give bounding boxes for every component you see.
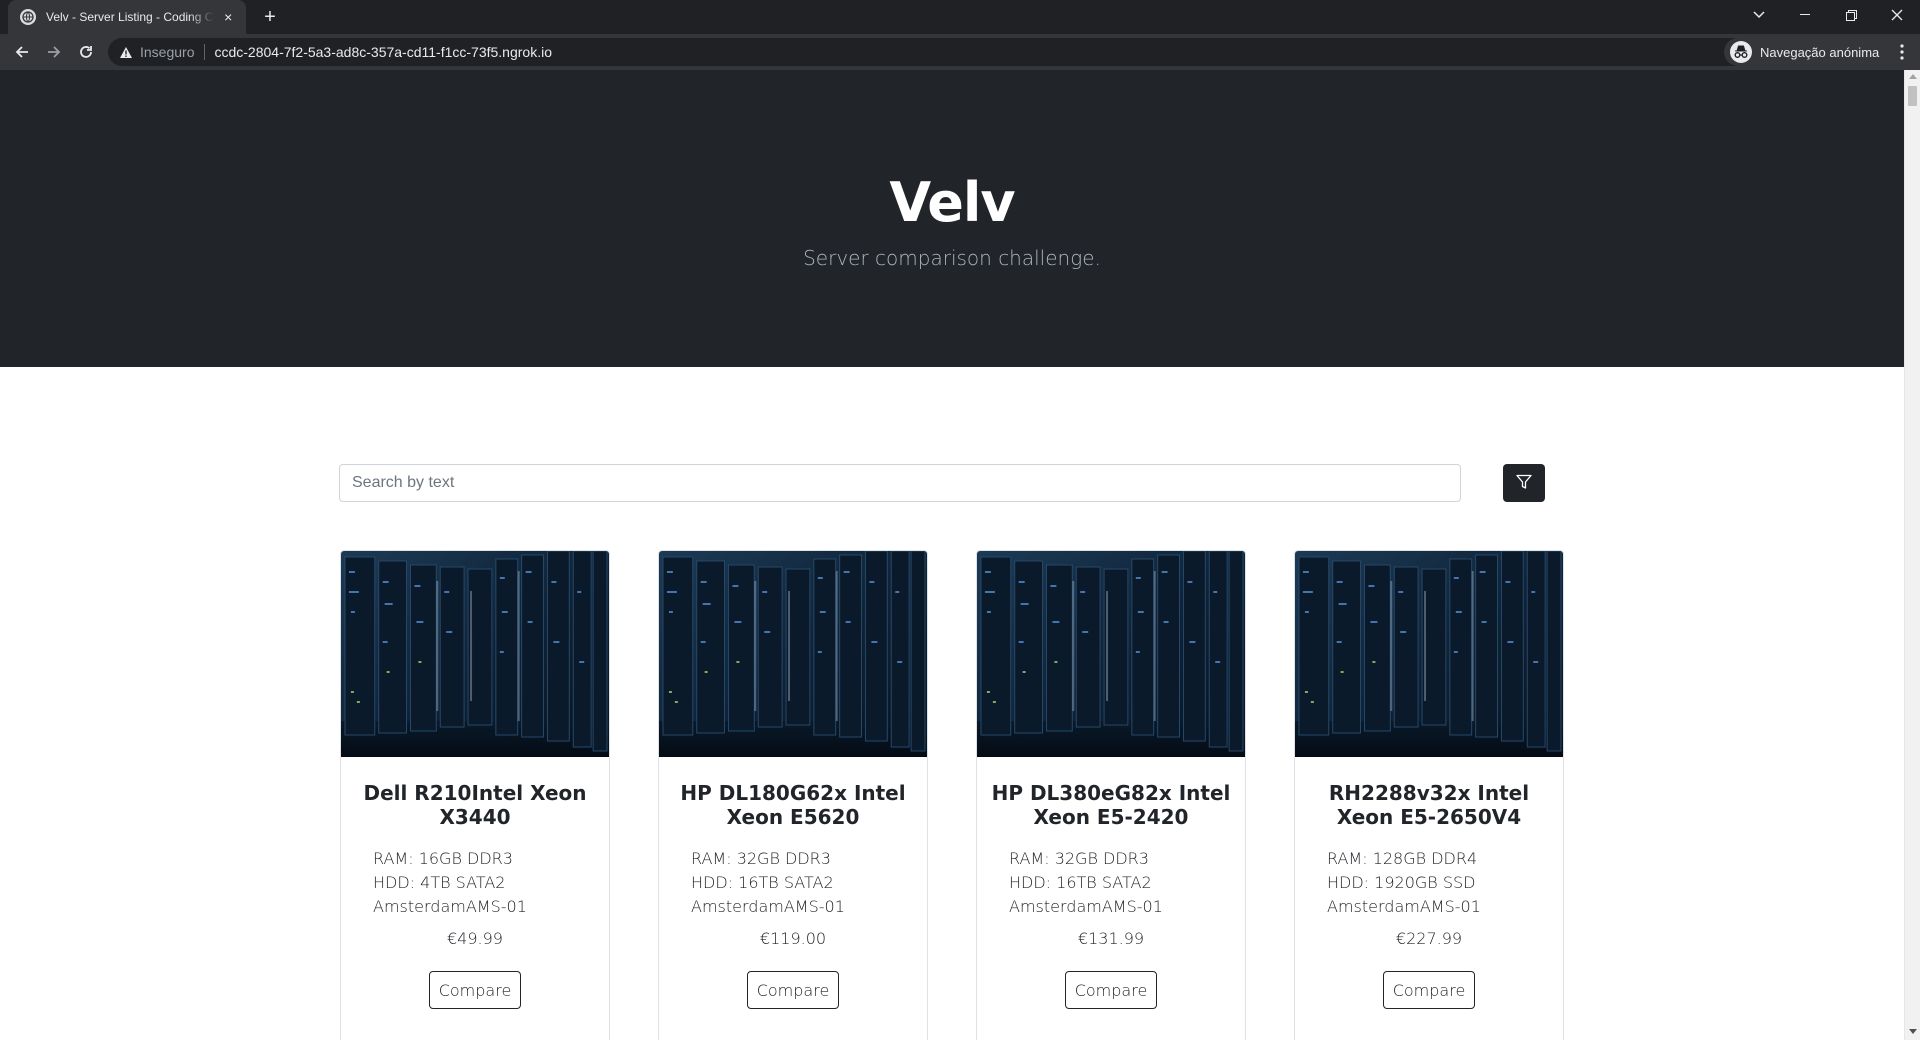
incognito-indicator[interactable]: Navegação anónima — [1724, 38, 1890, 66]
server-ram: RAM: 16GB DDR3 — [373, 849, 513, 868]
server-room-image — [977, 551, 1245, 757]
server-card: HP DL180G62x Intel Xeon E5620 RAM: 32GB … — [658, 550, 928, 1040]
server-title: HP DL180G62x Intel Xeon E5620 — [680, 781, 906, 829]
scroll-thumb[interactable] — [1908, 86, 1917, 106]
page-scrollbar[interactable] — [1904, 70, 1920, 1040]
tab-close-icon[interactable]: × — [220, 9, 236, 25]
server-card-grid: Dell R210Intel Xeon X3440 RAM: 16GB DDR3… — [340, 550, 1566, 1040]
compare-button[interactable]: Compare — [1065, 971, 1157, 1009]
incognito-label: Navegação anónima — [1760, 44, 1880, 60]
hero-header: Velv Server comparison challenge. — [0, 70, 1904, 367]
server-room-image — [1295, 551, 1563, 757]
server-hdd: HDD: 1920GB SSD — [1327, 873, 1476, 892]
server-title: HP DL380eG82x Intel Xeon E5-2420 — [991, 781, 1231, 829]
server-card: Dell R210Intel Xeon X3440 RAM: 16GB DDR3… — [340, 550, 610, 1040]
restore-icon[interactable] — [1828, 0, 1874, 30]
incognito-icon — [1730, 41, 1752, 63]
server-price: €131.99 — [1077, 929, 1145, 948]
server-price: €227.99 — [1395, 929, 1463, 948]
new-tab-button[interactable]: + — [258, 6, 282, 30]
reload-icon[interactable] — [74, 40, 98, 64]
server-ram: RAM: 32GB DDR3 — [1009, 849, 1149, 868]
compare-button[interactable]: Compare — [1383, 971, 1475, 1009]
browser-tab-strip: Velv - Server Listing - Coding Challenge… — [0, 0, 1920, 34]
server-price: €49.99 — [447, 929, 503, 948]
server-ram: RAM: 128GB DDR4 — [1327, 849, 1478, 868]
close-window-icon[interactable] — [1874, 0, 1920, 30]
server-location: AmsterdamAMS-01 — [691, 897, 845, 916]
page-title: Velv — [889, 171, 1015, 234]
search-row — [339, 464, 1545, 504]
tab-title: Velv - Server Listing - Coding Challenge — [46, 10, 214, 24]
minimize-icon[interactable] — [1782, 0, 1828, 30]
url-text[interactable]: ccdc-2804-7f2-5a3-ad8c-357a-cd11-f1cc-73… — [214, 44, 552, 60]
address-bar[interactable]: Inseguro ccdc-2804-7f2-5a3-ad8c-357a-cd1… — [108, 38, 1793, 66]
menu-icon[interactable] — [1890, 40, 1914, 64]
browser-tab[interactable]: Velv - Server Listing - Coding Challenge… — [8, 0, 246, 34]
page-viewport: Velv Server comparison challenge. Dell R… — [0, 70, 1904, 1040]
server-specs: RAM: 32GB DDR3 HDD: 16TB SATA2 Amsterdam… — [1009, 847, 1163, 919]
server-card: HP DL380eG82x Intel Xeon E5-2420 RAM: 32… — [976, 550, 1246, 1040]
scroll-up-arrow-icon[interactable] — [1909, 74, 1917, 79]
page-subtitle: Server comparison challenge. — [803, 246, 1101, 270]
server-ram: RAM: 32GB DDR3 — [691, 849, 831, 868]
server-title: RH2288v32x Intel Xeon E5-2650V4 — [1328, 781, 1530, 829]
server-title: Dell R210Intel Xeon X3440 — [363, 781, 587, 829]
compare-button[interactable]: Compare — [747, 971, 839, 1009]
browser-toolbar: Inseguro ccdc-2804-7f2-5a3-ad8c-357a-cd1… — [0, 34, 1920, 70]
filter-icon — [1515, 473, 1533, 494]
filter-button[interactable] — [1503, 464, 1545, 502]
server-card: RH2288v32x Intel Xeon E5-2650V4 RAM: 128… — [1294, 550, 1564, 1040]
forward-icon[interactable] — [42, 40, 66, 64]
server-specs: RAM: 32GB DDR3 HDD: 16TB SATA2 Amsterdam… — [691, 847, 845, 919]
address-separator — [204, 44, 206, 60]
server-hdd: HDD: 16TB SATA2 — [691, 873, 834, 892]
server-hdd: HDD: 4TB SATA2 — [373, 873, 506, 892]
server-hdd: HDD: 16TB SATA2 — [1009, 873, 1152, 892]
scroll-down-arrow-icon[interactable] — [1909, 1029, 1917, 1034]
server-room-image — [341, 551, 609, 757]
server-specs: RAM: 16GB DDR3 HDD: 4TB SATA2 AmsterdamA… — [373, 847, 527, 919]
insecure-label: Inseguro — [140, 44, 195, 60]
server-room-image — [659, 551, 927, 757]
server-price: €119.00 — [759, 929, 827, 948]
warning-icon[interactable] — [118, 44, 134, 60]
search-input[interactable] — [339, 464, 1461, 502]
compare-button[interactable]: Compare — [429, 971, 521, 1009]
server-location: AmsterdamAMS-01 — [1327, 897, 1481, 916]
tab-search-icon[interactable] — [1736, 0, 1782, 30]
back-icon[interactable] — [10, 40, 34, 64]
server-location: AmsterdamAMS-01 — [373, 897, 527, 916]
server-specs: RAM: 128GB DDR4 HDD: 1920GB SSD Amsterda… — [1327, 847, 1481, 919]
server-location: AmsterdamAMS-01 — [1009, 897, 1163, 916]
globe-icon — [20, 9, 36, 25]
